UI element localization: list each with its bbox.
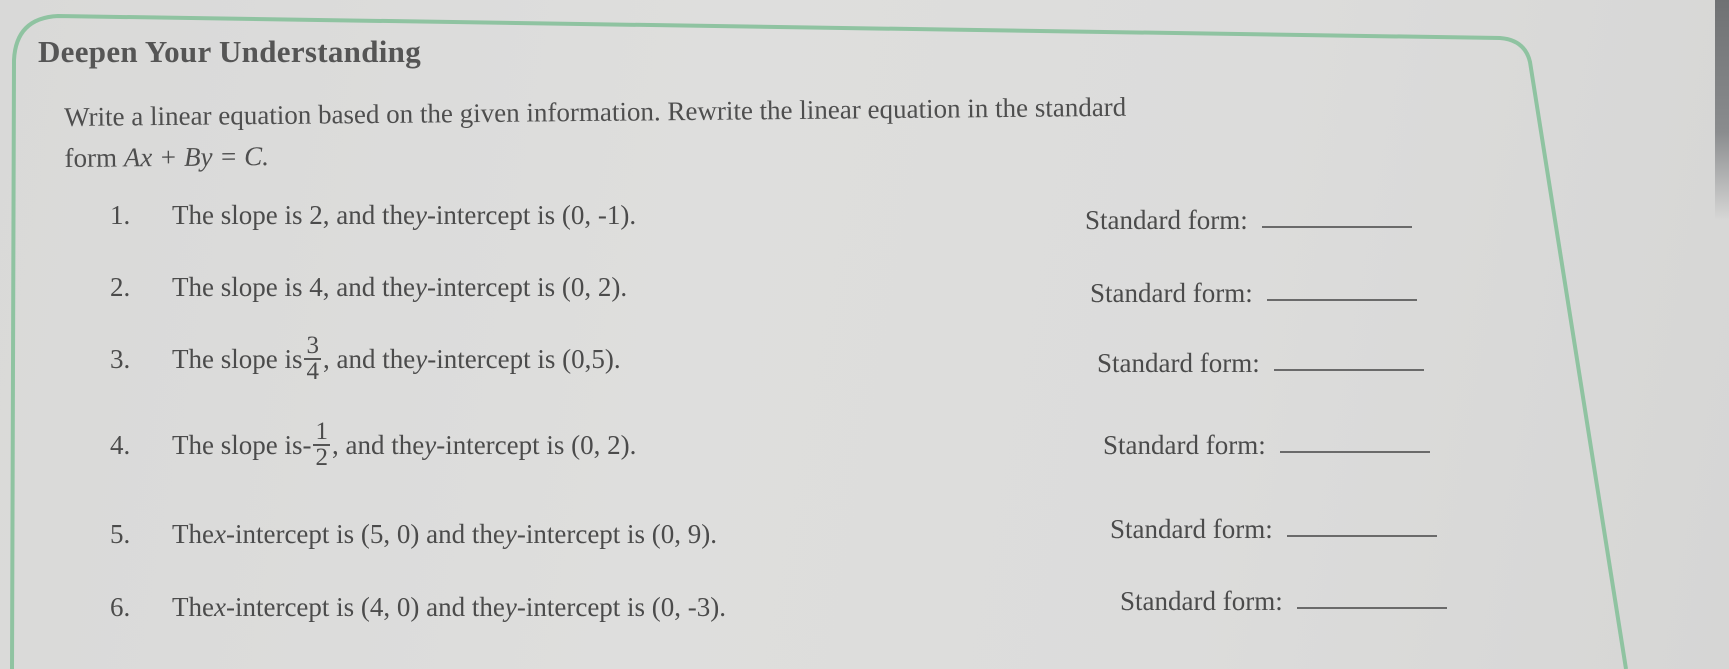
fraction-denominator: 2 [315,444,328,471]
problem-number: 2. [110,272,131,302]
answer-3[interactable]: Standard form: [1097,348,1424,379]
problem-number: 1. [110,200,131,230]
problem-text-pre: The slope is 4, and the [172,272,415,302]
problem-number: 5. [110,519,131,549]
fraction-numerator: 1 [313,418,330,446]
answer-label: Standard form: [1097,348,1260,378]
fraction-denominator: 4 [306,358,319,385]
variable-y: y [424,429,437,460]
problem-5: 5. The x -intercept is (5, 0) and the y -i… [110,519,717,550]
problem-number: 6. [110,592,131,622]
problem-2: 2. The slope is 4, and the y -intercept i… [110,272,627,303]
answer-label: Standard form: [1085,205,1248,235]
answer-6[interactable]: Standard form: [1120,586,1447,617]
problem-text-mid: -intercept is (5, 0) and the [225,519,505,549]
answer-5[interactable]: Standard form: [1110,514,1437,545]
answer-blank-2[interactable] [1266,299,1417,301]
answer-2[interactable]: Standard form: [1090,278,1417,309]
fraction-sign: - [302,429,312,460]
problem-text-post: -intercept is (0, -3). [516,592,727,622]
variable-y: y [504,519,517,549]
problem-text-post: -intercept is (0, 9). [516,519,718,549]
instructions: Write a linear equation based on the giv… [64,83,1535,179]
problem-text-mid: -intercept is (4, 0) and the [225,592,505,622]
answer-blank-3[interactable] [1273,369,1424,371]
answer-blank-6[interactable] [1296,607,1447,609]
problem-text-mid: , and the [331,429,425,460]
problem-number: 3. [110,343,131,374]
problem-text-post: -intercept is (0,5). [427,343,621,374]
problem-text-pre: The slope is [172,343,303,374]
answer-label: Standard form: [1103,430,1266,460]
problem-1: 1. The slope is 2, and the y -intercept i… [110,200,636,231]
problem-text-pre: The slope is 2, and the [172,200,415,230]
variable-x: x [213,519,226,549]
problem-6: 6. The x -intercept is (4, 0) and the y -i… [110,592,726,623]
slope-fraction: 3 4 [304,332,321,385]
answer-4[interactable]: Standard form: [1103,430,1430,461]
problem-3: 3. The slope is 3 4 , and the y -intercep… [110,332,621,385]
slope-fraction: 1 2 [313,418,330,471]
answer-blank-5[interactable] [1286,535,1437,537]
standard-form-equation: Ax + By = C. [123,141,270,173]
answer-label: Standard form: [1110,514,1273,544]
problem-text-pre: The slope is [172,429,303,460]
answer-blank-4[interactable] [1279,451,1430,453]
problem-text-pre: The [172,519,214,549]
section-title: Deepen Your Understanding [38,34,421,69]
answer-blank-1[interactable] [1261,226,1412,228]
variable-x: x [213,592,226,622]
problem-text-post: -intercept is (0, 2). [436,429,637,460]
variable-y: y [414,200,427,230]
answer-label: Standard form: [1120,586,1283,616]
problem-text-pre: The [172,592,214,622]
answer-label: Standard form: [1090,278,1253,308]
variable-y: y [414,272,427,302]
problem-text-post: -intercept is (0, -1). [426,200,637,230]
answer-1[interactable]: Standard form: [1085,205,1412,236]
problem-number: 4. [110,429,131,460]
variable-y: y [504,592,517,622]
instructions-form-label: form [64,142,124,173]
problem-text-mid: , and the [322,343,416,374]
fraction-numerator: 3 [304,332,321,360]
variable-y: y [415,343,428,374]
problem-text-post: -intercept is (0, 2). [426,272,628,302]
problem-4: 4. The slope is - 1 2 , and the y -interc… [110,418,637,471]
